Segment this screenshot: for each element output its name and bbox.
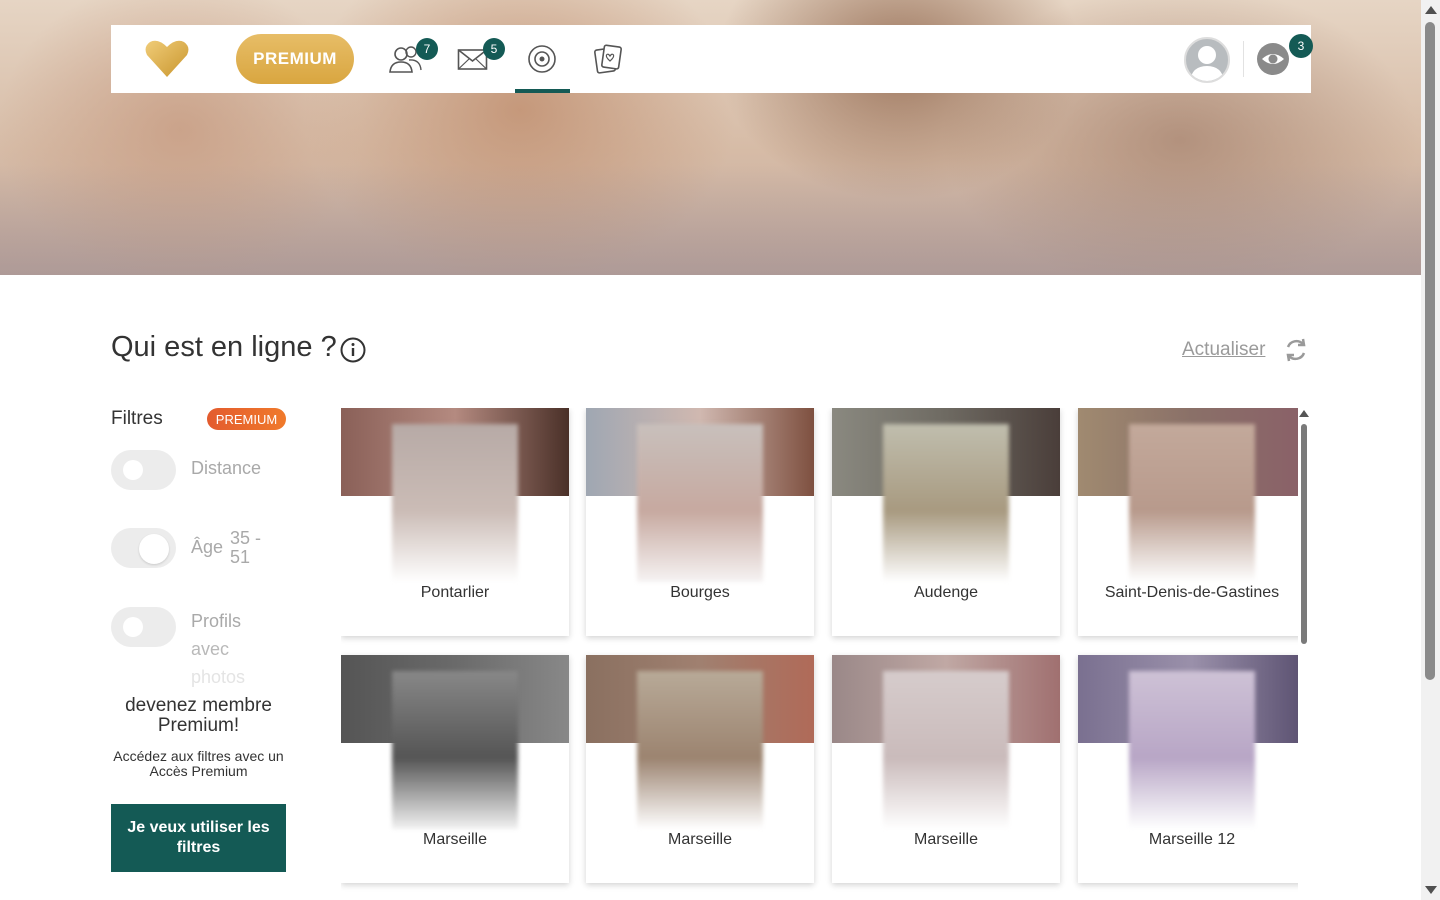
- profile-grid: Pontarlier Bourges Audenge Saint-Denis-de-G…: [341, 408, 1298, 900]
- profile-city: Saint-Denis-de-Gastines: [1104, 584, 1280, 601]
- promo-text: Accédez aux filtres avec un Accès Premiu…: [113, 748, 284, 779]
- profile-photo[interactable]: [883, 424, 1009, 582]
- age-max: 51: [230, 547, 251, 567]
- avatar[interactable]: [1184, 37, 1230, 83]
- nav-visitors[interactable]: [1256, 42, 1290, 76]
- nav-divider: [1243, 41, 1244, 77]
- age-label: Âge: [191, 537, 224, 557]
- active-tab-indicator: [515, 89, 570, 93]
- photos-label-line-1: Profils: [191, 611, 242, 631]
- profile-card[interactable]: Marseille 12: [1078, 655, 1298, 883]
- visitors-count-badge: 3: [1289, 34, 1313, 58]
- profile-card[interactable]: Marseille: [832, 655, 1060, 883]
- toggle-knob: [139, 534, 169, 564]
- profile-card[interactable]: Audenge: [832, 408, 1060, 636]
- profile-city: Marseille 12: [1148, 831, 1236, 848]
- refresh-icon[interactable]: [1283, 337, 1309, 363]
- profile-city: Pontarlier: [420, 584, 490, 601]
- photos-toggle[interactable]: [111, 607, 176, 647]
- photos-label-line-3: photos: [191, 667, 246, 687]
- avatar-icon: [1190, 46, 1224, 81]
- grid-scrollbar-thumb[interactable]: [1301, 424, 1307, 644]
- radar-icon: [528, 45, 556, 73]
- top-navbar: PREMIUM 7 5 3: [111, 25, 1313, 93]
- profile-city: Audenge: [913, 584, 979, 601]
- promo-title: devenez membre Premium!: [125, 695, 272, 736]
- toggle-knob: [123, 617, 143, 637]
- distance-toggle[interactable]: [111, 450, 176, 490]
- premium-button[interactable]: PREMIUM: [236, 34, 354, 84]
- scroll-up-arrow[interactable]: [1425, 6, 1437, 14]
- eye-icon: [1257, 43, 1289, 75]
- page-scrollbar-thumb[interactable]: [1425, 22, 1435, 680]
- premium-badge: PREMIUM: [207, 408, 286, 430]
- photos-label-line-2: avec: [191, 639, 230, 659]
- info-icon[interactable]: [340, 337, 366, 363]
- profile-card[interactable]: Marseille: [586, 655, 814, 883]
- contacts-count-badge: 7: [416, 38, 438, 60]
- profile-photo[interactable]: [1129, 424, 1255, 582]
- profile-card[interactable]: Pontarlier: [341, 408, 569, 636]
- age-range: 35 - 51: [230, 529, 270, 567]
- use-filters-button[interactable]: Je veux utiliser les filtres: [111, 804, 286, 872]
- filters-title: Filtres: [111, 408, 163, 429]
- profile-card[interactable]: Saint-Denis-de-Gastines: [1078, 408, 1298, 636]
- toggle-knob: [123, 460, 143, 480]
- profile-photo[interactable]: [1129, 671, 1255, 829]
- profile-card[interactable]: Marseille: [341, 655, 569, 883]
- distance-label: Distance: [191, 458, 262, 478]
- refresh-link[interactable]: Actualiser: [1182, 339, 1265, 361]
- profile-photo[interactable]: [637, 671, 763, 829]
- nav-online[interactable]: [525, 42, 559, 76]
- profile-photo[interactable]: [637, 424, 763, 582]
- cards-icon: [594, 44, 622, 74]
- logo-heart-icon[interactable]: [144, 39, 190, 79]
- profile-card[interactable]: Bourges: [586, 408, 814, 636]
- profile-city: Marseille: [913, 831, 978, 848]
- profile-photo[interactable]: [392, 424, 518, 582]
- age-min: 35 -: [230, 528, 262, 548]
- scroll-down-arrow[interactable]: [1425, 886, 1437, 894]
- profile-city: Marseille: [667, 831, 732, 848]
- profile-city: Bourges: [670, 584, 730, 601]
- profile-photo[interactable]: [883, 671, 1009, 829]
- page-title: Qui est en ligne ?: [111, 331, 337, 363]
- photos-label: Profils avec photos: [191, 607, 271, 691]
- grid-scroll-up-arrow[interactable]: [1299, 410, 1309, 417]
- nav-cards[interactable]: [591, 42, 625, 76]
- messages-count-badge: 5: [483, 38, 505, 60]
- age-toggle[interactable]: [111, 528, 176, 568]
- profile-photo[interactable]: [392, 671, 518, 829]
- profile-city: Marseille: [422, 831, 487, 848]
- page-scrollbar[interactable]: [1421, 0, 1440, 900]
